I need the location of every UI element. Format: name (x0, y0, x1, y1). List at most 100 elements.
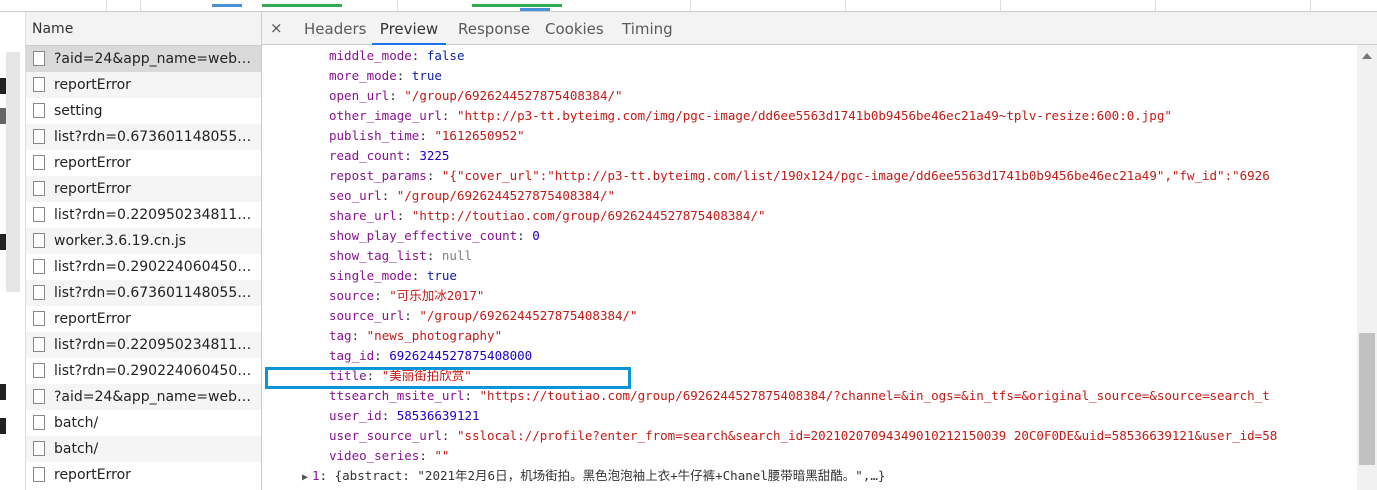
page-edge-bg (6, 52, 20, 292)
request-name: list?rdn=0.2902240604501649 (54, 259, 261, 275)
request-row[interactable]: worker.3.6.19.cn.js (26, 228, 261, 254)
json-value: "sslocal://profile?enter_from=search&sea… (456, 428, 1278, 443)
json-property-show-play-effective-count[interactable]: show_play_effective_count: 0 (329, 226, 540, 246)
json-property-tag[interactable]: tag: "news_photography" (329, 326, 502, 346)
request-row[interactable]: list?rdn=0.2902240604501649 (26, 358, 261, 384)
file-icon (33, 337, 45, 352)
request-row[interactable]: setting (26, 98, 261, 124)
json-key: read_count (329, 148, 405, 163)
file-icon (33, 285, 45, 300)
preview-scrollbar[interactable] (1357, 45, 1377, 490)
json-key: tag (329, 328, 352, 343)
json-property-video-series[interactable]: video_series: "" (329, 446, 449, 466)
scrollbar-thumb[interactable] (1359, 333, 1375, 465)
timeline-bar (262, 4, 342, 7)
json-colon: : (396, 68, 412, 83)
request-name: reportError (54, 77, 131, 93)
network-timeline-overview[interactable] (0, 0, 1377, 12)
json-colon: : (426, 248, 442, 263)
request-row[interactable]: reportError (26, 150, 261, 176)
request-row[interactable]: list?rdn=0.220950234811552... (26, 202, 261, 228)
expand-triangle-icon[interactable]: ▶ (302, 472, 308, 483)
json-property-source[interactable]: source: "可乐加冰2017" (329, 286, 484, 306)
json-property-open-url[interactable]: open_url: "/group/6926244527875408384/" (329, 86, 623, 106)
page-edge-mark (0, 78, 6, 94)
request-name: ?aid=24&app_name=web_s... (54, 389, 261, 405)
json-property-ttsearch-msite-url[interactable]: ttsearch_msite_url: "https://toutiao.com… (329, 386, 1270, 406)
page-edge (0, 12, 26, 490)
request-row[interactable]: reportError (26, 72, 261, 98)
json-property-show-tag-list[interactable]: show_tag_list: null (329, 246, 472, 266)
json-property-other-image-url[interactable]: other_image_url: "http://p3-tt.byteimg.c… (329, 106, 1172, 126)
json-property-user-source-url[interactable]: user_source_url: "sslocal://profile?ente… (329, 426, 1277, 446)
request-row[interactable]: list?rdn=0.220950234811552... (26, 332, 261, 358)
json-property-user-id[interactable]: user_id: 58536639121 (329, 406, 480, 426)
json-property-middle-mode[interactable]: middle_mode: false (329, 46, 465, 66)
json-value: 6926244527875408000 (389, 348, 533, 363)
name-column-header[interactable]: Name (26, 12, 261, 46)
json-colon: : (374, 288, 390, 303)
request-row[interactable]: ?aid=24&app_name=web_s... (26, 384, 261, 410)
json-value: "http://p3-tt.byteimg.com/img/pgc-image/… (456, 108, 1172, 123)
json-property-tag-id[interactable]: tag_id: 6926244527875408000 (329, 346, 532, 366)
json-property-publish-time[interactable]: publish_time: "1612650952" (329, 126, 525, 146)
tab-cookies[interactable]: Cookies (545, 12, 604, 45)
file-icon (33, 51, 45, 66)
json-value: "news_photography" (366, 328, 503, 343)
json-property-share-url[interactable]: share_url: "http://toutiao.com/group/692… (329, 206, 766, 226)
json-index: 1 (312, 468, 320, 483)
request-name: list?rdn=0.220950234811552... (54, 207, 261, 223)
timeline-gridline (397, 0, 398, 11)
json-key: video_series (329, 448, 420, 463)
json-value: "http://toutiao.com/group/69262445278754… (411, 208, 766, 223)
request-row[interactable]: list?rdn=0.6736011480550843 (26, 124, 261, 150)
request-name: reportError (54, 467, 131, 483)
json-key: ttsearch_msite_url (329, 388, 465, 403)
request-row[interactable]: batch/ (26, 410, 261, 436)
json-value: "https://toutiao.com/group/6926244527875… (479, 388, 1270, 403)
request-row[interactable]: ?aid=24&app_name=web_s... (26, 46, 261, 72)
request-name: reportError (54, 155, 131, 171)
tab-timing[interactable]: Timing (622, 12, 673, 45)
json-colon: : (426, 168, 442, 183)
file-icon (33, 415, 45, 430)
request-row[interactable]: reportError (26, 462, 261, 488)
request-name: list?rdn=0.220950234811552... (54, 337, 261, 353)
scroll-up-icon[interactable] (1362, 53, 1372, 59)
file-icon (33, 207, 45, 222)
json-property-source-url[interactable]: source_url: "/group/6926244527875408384/… (329, 306, 638, 326)
json-value: "/group/6926244527875408384/" (404, 88, 623, 103)
json-value: "可乐加冰2017" (389, 288, 485, 303)
json-collapsed-item[interactable]: ▶ 1: {abstract: "2021年2月6日，机场街拍。黑色泡泡袖上衣+牛… (302, 466, 885, 486)
tab-preview[interactable]: Preview (372, 12, 446, 45)
request-name: reportError (54, 311, 131, 327)
timeline-gridline (1155, 0, 1156, 11)
json-property-more-mode[interactable]: more_mode: true (329, 66, 442, 86)
json-property-repost-params[interactable]: repost_params: "{"cover_url":"http://p3-… (329, 166, 1270, 186)
json-property-title[interactable]: title: "美丽街拍欣赏" (329, 366, 472, 386)
json-preview-tree[interactable]: middle_mode: false more_mode: true open_ur… (262, 45, 1358, 490)
request-name: ?aid=24&app_name=web_s... (54, 51, 261, 67)
json-property-read-count[interactable]: read_count: 3225 (329, 146, 449, 166)
json-key: user_id (329, 408, 382, 423)
request-row[interactable]: reportError (26, 176, 261, 202)
request-name: reportError (54, 181, 131, 197)
json-colon: : (404, 148, 420, 163)
tab-response[interactable]: Response (458, 12, 530, 45)
request-row[interactable]: reportError (26, 306, 261, 332)
json-colon: : (419, 448, 435, 463)
json-key: source (329, 288, 375, 303)
request-name: setting (54, 103, 103, 119)
request-row[interactable]: list?rdn=0.6736011480550843 (26, 280, 261, 306)
json-key: share_url (329, 208, 397, 223)
json-key: tag_id (329, 348, 375, 363)
request-row[interactable]: batch/ (26, 436, 261, 462)
json-colon: : (441, 428, 457, 443)
close-icon[interactable]: × (270, 19, 283, 37)
json-property-single-mode[interactable]: single_mode: true (329, 266, 457, 286)
json-property-seo-url[interactable]: seo_url: "/group/6926244527875408384/" (329, 186, 615, 206)
json-colon: : (351, 328, 367, 343)
request-row[interactable]: list?rdn=0.2902240604501649 (26, 254, 261, 280)
json-colon: : (411, 48, 427, 63)
tab-headers[interactable]: Headers (304, 12, 366, 45)
